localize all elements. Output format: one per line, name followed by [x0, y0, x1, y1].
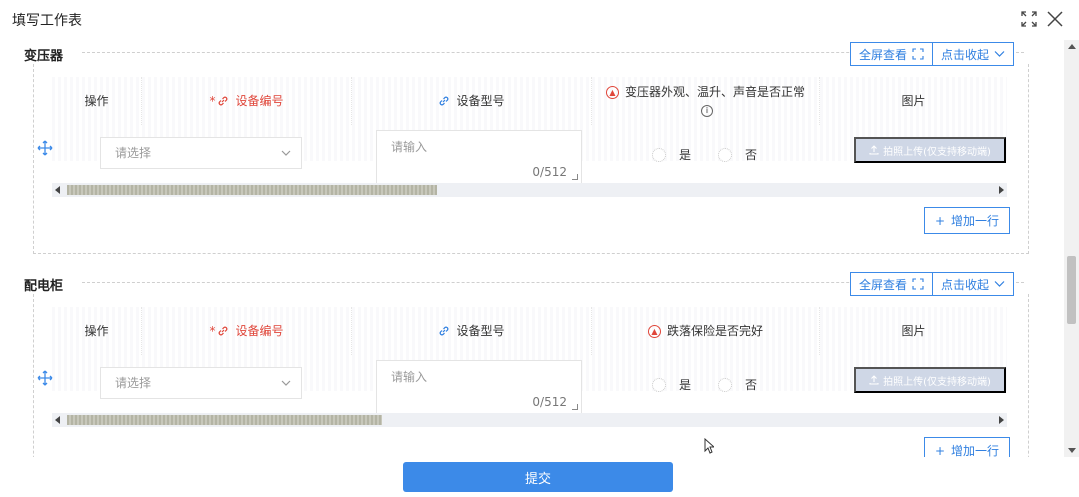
- device-code-select[interactable]: 请选择: [100, 367, 302, 399]
- upload-icon: [869, 375, 879, 385]
- warning-icon: ▲: [647, 325, 661, 338]
- add-row-button[interactable]: + 增加一行: [924, 207, 1010, 234]
- radio-circle: [718, 147, 732, 162]
- radio-no[interactable]: 否: [718, 146, 757, 163]
- radio-yes[interactable]: 是: [652, 376, 691, 393]
- required-asterisk: *: [209, 324, 216, 338]
- scroll-right-arrow[interactable]: [999, 416, 1004, 424]
- resize-grip[interactable]: [572, 404, 578, 410]
- section-actions: 全屏查看 点击收起: [850, 42, 1015, 66]
- photo-upload-button[interactable]: 拍照上传(仅支持移动端): [854, 137, 1006, 163]
- scrollbar-thumb[interactable]: [67, 185, 437, 195]
- device-code-select[interactable]: 请选择: [100, 137, 302, 169]
- add-row-button[interactable]: + 增加一行: [924, 437, 1010, 457]
- link-icon: [219, 96, 228, 106]
- device-model-input[interactable]: 请输入 0/512: [376, 360, 582, 414]
- section-header: 配电柜 全屏查看 点击收起: [0, 270, 1064, 296]
- device-model-input[interactable]: 请输入 0/512: [376, 130, 582, 184]
- link-icon: [440, 96, 449, 106]
- chevron-down-icon: [281, 150, 291, 156]
- scroll-left-arrow[interactable]: [55, 416, 60, 424]
- submit-button[interactable]: 提交: [403, 462, 673, 492]
- dialog-footer: 提交: [0, 457, 1079, 497]
- radio-yes[interactable]: 是: [652, 146, 691, 163]
- link-icon: [440, 326, 449, 336]
- column-header-question: ▲ 变压器外观、温升、声音是否正常i: [592, 77, 820, 125]
- scroll-up-arrow[interactable]: [1068, 44, 1076, 49]
- link-icon: [219, 326, 228, 336]
- char-count: 0/512: [532, 395, 567, 409]
- section-title: 变压器: [24, 49, 64, 64]
- radio-circle: [652, 147, 666, 162]
- chevron-down-icon: [281, 380, 291, 386]
- mouse-cursor-icon: [704, 438, 714, 454]
- drag-handle-icon[interactable]: [37, 370, 53, 386]
- chevron-down-icon: [994, 51, 1005, 57]
- collapse-button[interactable]: 点击收起: [933, 42, 1015, 66]
- horizontal-scrollbar[interactable]: [52, 183, 1007, 197]
- close-icon[interactable]: [1046, 10, 1064, 28]
- section-title: 配电柜: [24, 279, 64, 294]
- column-header-op: 操作: [52, 77, 142, 125]
- column-header-model: 设备型号: [352, 307, 592, 355]
- plus-icon: +: [934, 443, 946, 458]
- radio-no[interactable]: 否: [718, 376, 757, 393]
- collapse-label: 点击收起: [941, 47, 990, 62]
- column-header-code: * 设备编号: [142, 307, 352, 355]
- column-header-image: 图片: [901, 94, 926, 108]
- drag-handle-icon[interactable]: [37, 140, 53, 156]
- radio-circle: [652, 377, 666, 392]
- input-placeholder: 请输入: [391, 370, 428, 384]
- column-header-model: 设备型号: [352, 77, 592, 125]
- collapse-label: 点击收起: [941, 277, 990, 292]
- column-header-op: 操作: [52, 307, 142, 355]
- scrollbar-thumb[interactable]: [1067, 256, 1076, 324]
- form-scroll-area: 变压器 全屏查看 点击收起 操作 * 设备编号 设备型号 ▲ 变压器外观、温升、…: [0, 40, 1064, 457]
- fullscreen-view-label: 全屏查看: [859, 47, 908, 62]
- info-icon[interactable]: i: [701, 104, 713, 117]
- section-header: 变压器 全屏查看 点击收起: [0, 40, 1064, 66]
- scroll-right-arrow[interactable]: [999, 186, 1004, 194]
- dialog-titlebar: 填写工作表: [0, 0, 1079, 40]
- vertical-scrollbar[interactable]: [1064, 40, 1079, 457]
- upload-icon: [869, 145, 879, 155]
- fullscreen-view-label: 全屏查看: [859, 277, 908, 292]
- scroll-down-arrow[interactable]: [1068, 448, 1076, 453]
- chevron-down-icon: [994, 281, 1005, 287]
- column-header-question: ▲ 跌落保险是否完好: [592, 307, 820, 355]
- required-asterisk: *: [209, 94, 216, 108]
- scrollbar-thumb[interactable]: [67, 415, 382, 425]
- column-header-code: * 设备编号: [142, 77, 352, 125]
- resize-grip[interactable]: [572, 174, 578, 180]
- fullscreen-view-button[interactable]: 全屏查看: [850, 42, 934, 66]
- expand-icon: [912, 278, 924, 290]
- scroll-left-arrow[interactable]: [55, 186, 60, 194]
- input-placeholder: 请输入: [391, 140, 428, 154]
- warning-icon: ▲: [605, 86, 619, 99]
- char-count: 0/512: [532, 165, 567, 179]
- fullscreen-view-button[interactable]: 全屏查看: [850, 272, 934, 296]
- expand-icon: [912, 48, 924, 60]
- radio-circle: [718, 377, 732, 392]
- horizontal-scrollbar[interactable]: [52, 413, 1007, 427]
- section-actions: 全屏查看 点击收起: [850, 272, 1015, 296]
- fullscreen-icon[interactable]: [1020, 10, 1038, 28]
- photo-upload-button[interactable]: 拍照上传(仅支持移动端): [854, 367, 1006, 393]
- plus-icon: +: [934, 213, 946, 228]
- dialog-title: 填写工作表: [12, 13, 82, 29]
- column-header-image: 图片: [901, 324, 926, 338]
- collapse-button[interactable]: 点击收起: [933, 272, 1015, 296]
